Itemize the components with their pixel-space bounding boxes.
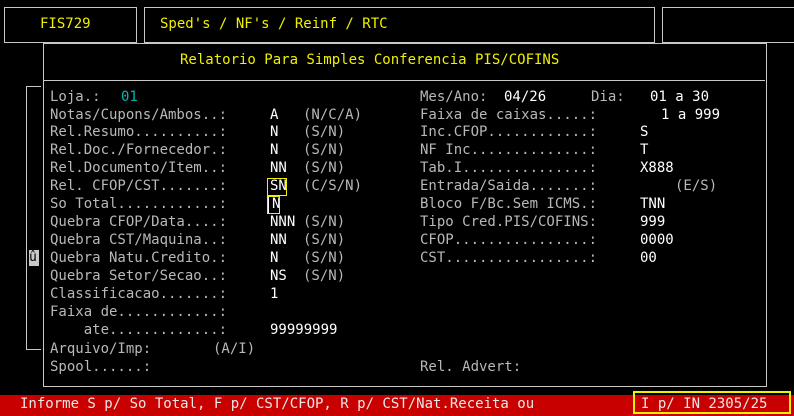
field-label: Quebra CFOP/Data....: [50,214,228,230]
field-mes-ano: Mes/Ano: 04/26 Dia: 01 a 30 [420,89,760,107]
field-hint: (S/N) [303,250,346,266]
status-message: Informe S p/ So Total, F p/ CST/CFOP, R … [20,396,535,412]
field-label: Quebra CST/Maquina..: [50,232,228,248]
field-faixa-caixas: Faixa de caixas.....: 1 a 999 [420,107,760,125]
field-value-quebra-cst[interactable]: NN [270,232,287,250]
field-cst: CST.................: 00 [420,250,760,268]
field-label: Faixa de caixas.....: [420,107,598,123]
field-label: Rel. CFOP/CST.......: [50,178,228,194]
field-label: Rel.Doc./Fornecedor.: [50,142,228,158]
field-label: Tab.I...............: [420,160,598,176]
field-label: Faixa de............: [50,304,228,320]
field-value-so-total[interactable]: N [267,196,281,214]
field-value-quebra-setor[interactable]: NS [270,268,287,286]
field-value-quebra-cfop[interactable]: NNN [270,214,295,232]
left-bracket [26,86,41,350]
field-hint: (C/S/N) [303,178,363,194]
scroll-indicator-icon[interactable]: û [29,250,39,266]
field-cfop: CFOP................: 0000 [420,232,760,250]
field-hint: (S/N) [303,142,346,158]
field-label: ate.............: [50,322,228,338]
field-tab-i: Tab.I...............: X888 [420,160,760,178]
field-inc-cfop: Inc.CFOP............: S [420,124,760,142]
field-value-nf-inc[interactable]: T [640,142,648,160]
field-hint: (A/I) [213,341,256,357]
field-label: Rel. Advert: [420,359,522,375]
field-value-rel-cfop-cst[interactable]: SN [267,178,287,196]
field-faixa-de: Faixa de............: [50,304,750,322]
field-label: Classificacao.......: [50,286,228,302]
program-code: FIS729 [40,16,91,32]
field-hint: (S/N) [303,214,346,230]
field-tipo-cred: Tipo Cred.PIS/COFINS: 999 [420,214,760,232]
field-hint: (S/N) [303,232,346,248]
field-value-faixa-caixas[interactable]: 1 a 999 [661,107,720,125]
field-label: Spool......: [50,359,152,375]
field-hint: (S/N) [303,124,346,140]
field-bloco-f: Bloco F/Bc.Sem ICMS.: TNN [420,196,760,214]
field-value-bloco-f[interactable]: TNN [640,196,665,214]
field-value-cfop[interactable]: 0000 [640,232,674,250]
field-hint: (E/S) [675,178,718,194]
field-value-tab-i[interactable]: X888 [640,160,674,178]
field-label: Mes/Ano: [420,89,488,105]
field-entrada-saida: Entrada/Saida.......: (E/S) [420,178,760,196]
module-title: Sped's / NF's / Reinf / RTC [160,16,388,32]
field-label: Loja.: [50,89,101,105]
field-label: Quebra Setor/Secao..: [50,268,228,284]
field-arquivo-imp: Arquivo/Imp: (A/I) [50,341,750,359]
field-label-dia: Dia: [591,89,625,105]
field-value-rel-resumo[interactable]: N [270,124,278,142]
field-label: Quebra Natu.Credito.: [50,250,228,266]
field-label: NF Inc..............: [420,142,598,158]
field-nf-inc: NF Inc..............: T [420,142,760,160]
field-label: Tipo Cred.PIS/COFINS: [420,214,598,230]
field-label: CFOP................: [420,232,598,248]
field-label: Arquivo/Imp: [50,341,152,357]
field-quebra-setor-secao: Quebra Setor/Secao..: NS (S/N) [50,268,750,286]
field-value-classificacao[interactable]: 1 [270,286,278,304]
field-label: Bloco F/Bc.Sem ICMS.: [420,196,598,212]
field-value-rel-doc[interactable]: N [270,142,278,160]
status-message-end: I p/ IN 2305/25 [641,396,768,412]
field-label: Rel.Documento/Item..: [50,160,228,176]
field-label: Rel.Resumo..........: [50,124,228,140]
dialog-title: Relatorio Para Simples Conferencia PIS/C… [180,52,560,68]
field-hint: (S/N) [303,268,346,284]
field-faixa-ate: ate.............: 99999999 [50,322,750,340]
field-value-loja[interactable]: 01 [121,89,138,107]
field-value-notas[interactable]: A [270,107,278,125]
field-value-rel-doc-item[interactable]: NN [270,160,287,178]
field-label: Inc.CFOP............: [420,124,598,140]
field-label: Notas/Cupons/Ambos..: [50,107,228,123]
field-value-mes-ano[interactable]: 04/26 [504,89,546,107]
field-value-quebra-natu[interactable]: N [270,250,278,268]
field-value-dia[interactable]: 01 a 30 [650,89,709,107]
dialog-title-divider [43,80,765,81]
field-value-faixa-ate[interactable]: 99999999 [270,322,337,340]
field-value-cst[interactable]: 00 [640,250,657,268]
field-hint: (N/C/A) [303,107,363,123]
field-label: Entrada/Saida.......: [420,178,598,194]
field-classificacao: Classificacao.......: 1 [50,286,750,304]
top-right-box [662,7,794,43]
field-value-inc-cfop[interactable]: S [640,124,648,142]
field-hint: (S/N) [303,160,346,176]
field-value-tipo-cred[interactable]: 999 [640,214,665,232]
field-label: CST.................: [420,250,598,266]
field-label: So Total............: [50,196,228,212]
field-rel-advert: Rel. Advert: [420,359,760,377]
